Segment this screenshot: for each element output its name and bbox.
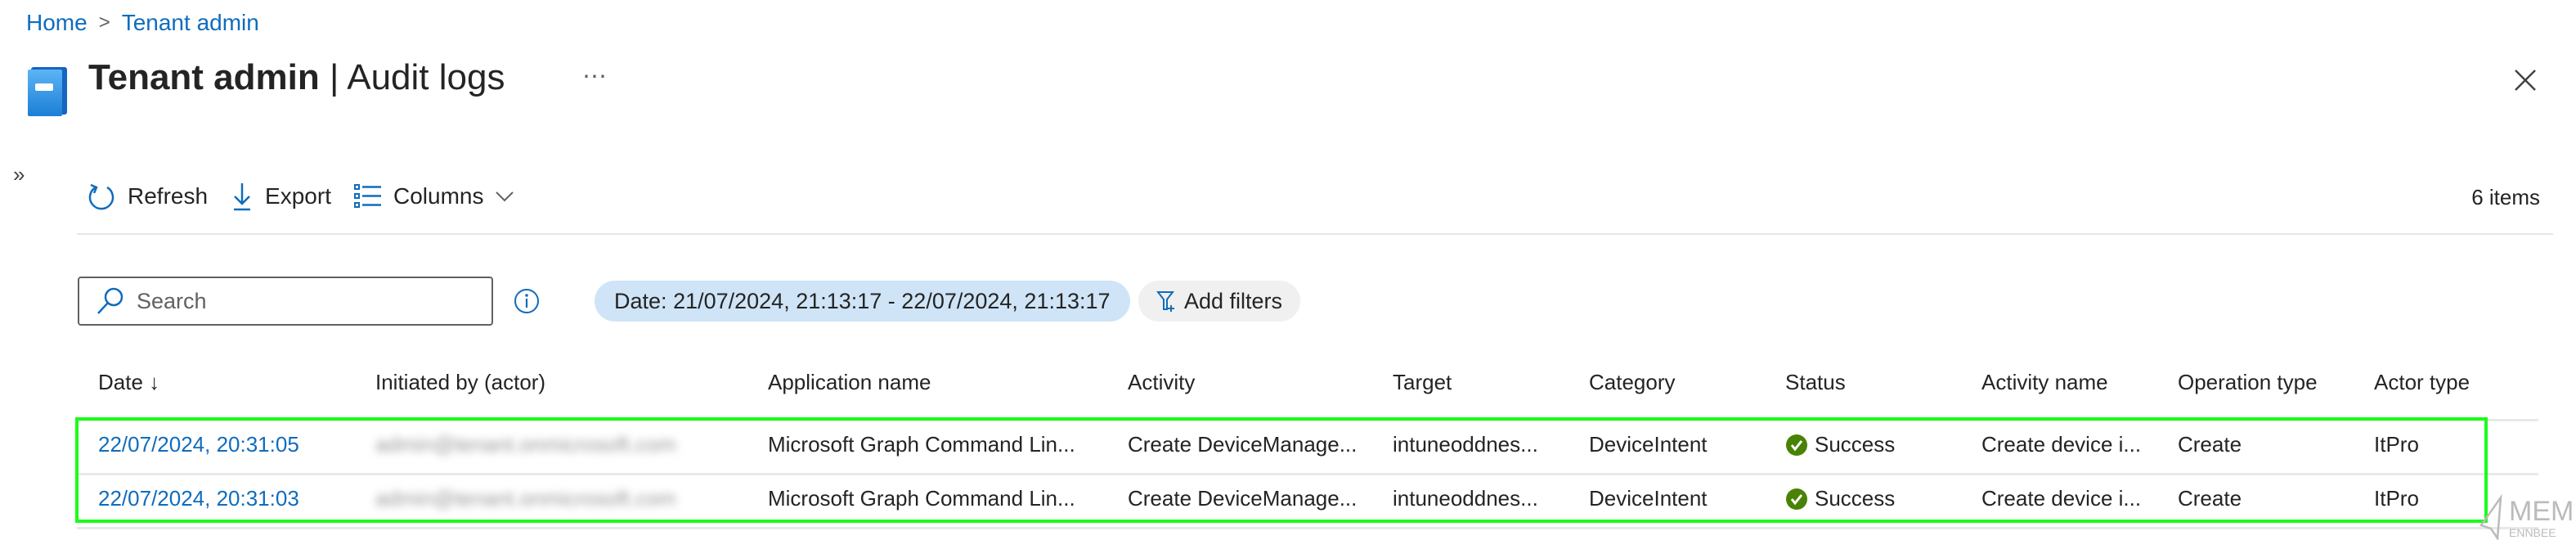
column-header-activity[interactable]: Activity xyxy=(1128,370,1195,395)
add-filters-label: Add filters xyxy=(1184,288,1283,313)
export-button[interactable]: Export xyxy=(231,180,331,213)
date-filter-pill[interactable]: Date: 21/07/2024, 21:13:17 - 22/07/2024,… xyxy=(595,281,1130,322)
refresh-button[interactable]: Refresh xyxy=(87,180,208,213)
column-header-category[interactable]: Category xyxy=(1589,370,1676,395)
export-label: Export xyxy=(265,183,331,209)
column-header-actor-type[interactable]: Actor type xyxy=(2374,370,2470,395)
close-icon[interactable] xyxy=(2511,65,2540,95)
info-icon[interactable] xyxy=(514,288,540,314)
row-divider xyxy=(77,527,2538,529)
expand-sidebar-button[interactable]: » xyxy=(13,162,25,187)
columns-label: Columns xyxy=(393,183,484,209)
search-input[interactable]: Search xyxy=(78,277,493,326)
highlight-box xyxy=(75,417,2488,523)
more-options-button[interactable]: ⋯ xyxy=(582,62,608,91)
breadcrumb-tenant-admin[interactable]: Tenant admin xyxy=(122,10,259,36)
column-header-application-name[interactable]: Application name xyxy=(768,370,931,395)
breadcrumb-home[interactable]: Home xyxy=(26,10,88,36)
filter-add-icon xyxy=(1156,291,1175,312)
column-header-status[interactable]: Status xyxy=(1785,370,1846,395)
date-filter-value: 21/07/2024, 21:13:17 - 22/07/2024, 21:13… xyxy=(673,288,1111,313)
book-icon xyxy=(28,67,67,116)
breadcrumb: Home > Tenant admin xyxy=(26,10,259,36)
add-filters-button[interactable]: Add filters xyxy=(1138,281,1301,322)
date-filter-label: Date: xyxy=(614,288,667,313)
column-header-initiated-by[interactable]: Initiated by (actor) xyxy=(375,370,545,395)
list-columns-icon xyxy=(353,184,381,208)
watermark-logo: MEM ENNBEE xyxy=(2480,493,2574,540)
toolbar-divider xyxy=(77,233,2553,235)
column-header-operation-type[interactable]: Operation type xyxy=(2178,370,2318,395)
watermark-text-ennbee: ENNBEE xyxy=(2509,526,2556,539)
page-title: Tenant admin | Audit logs xyxy=(88,57,505,97)
search-placeholder: Search xyxy=(137,288,207,313)
watermark-text-mem: MEM xyxy=(2509,496,2574,527)
breadcrumb-separator: > xyxy=(98,11,110,34)
items-count: 6 items xyxy=(2471,185,2540,209)
column-header-activity-name[interactable]: Activity name xyxy=(1981,370,2108,395)
search-icon xyxy=(97,287,123,314)
refresh-icon xyxy=(88,183,114,210)
chevron-down-icon xyxy=(496,191,514,202)
column-header-date[interactable]: Date ↓ xyxy=(98,370,159,395)
columns-button[interactable]: Columns xyxy=(353,182,514,210)
column-header-target[interactable]: Target xyxy=(1393,370,1452,395)
toolbar: Refresh Export Columns xyxy=(87,180,514,213)
refresh-label: Refresh xyxy=(128,183,209,209)
download-icon xyxy=(234,183,251,211)
